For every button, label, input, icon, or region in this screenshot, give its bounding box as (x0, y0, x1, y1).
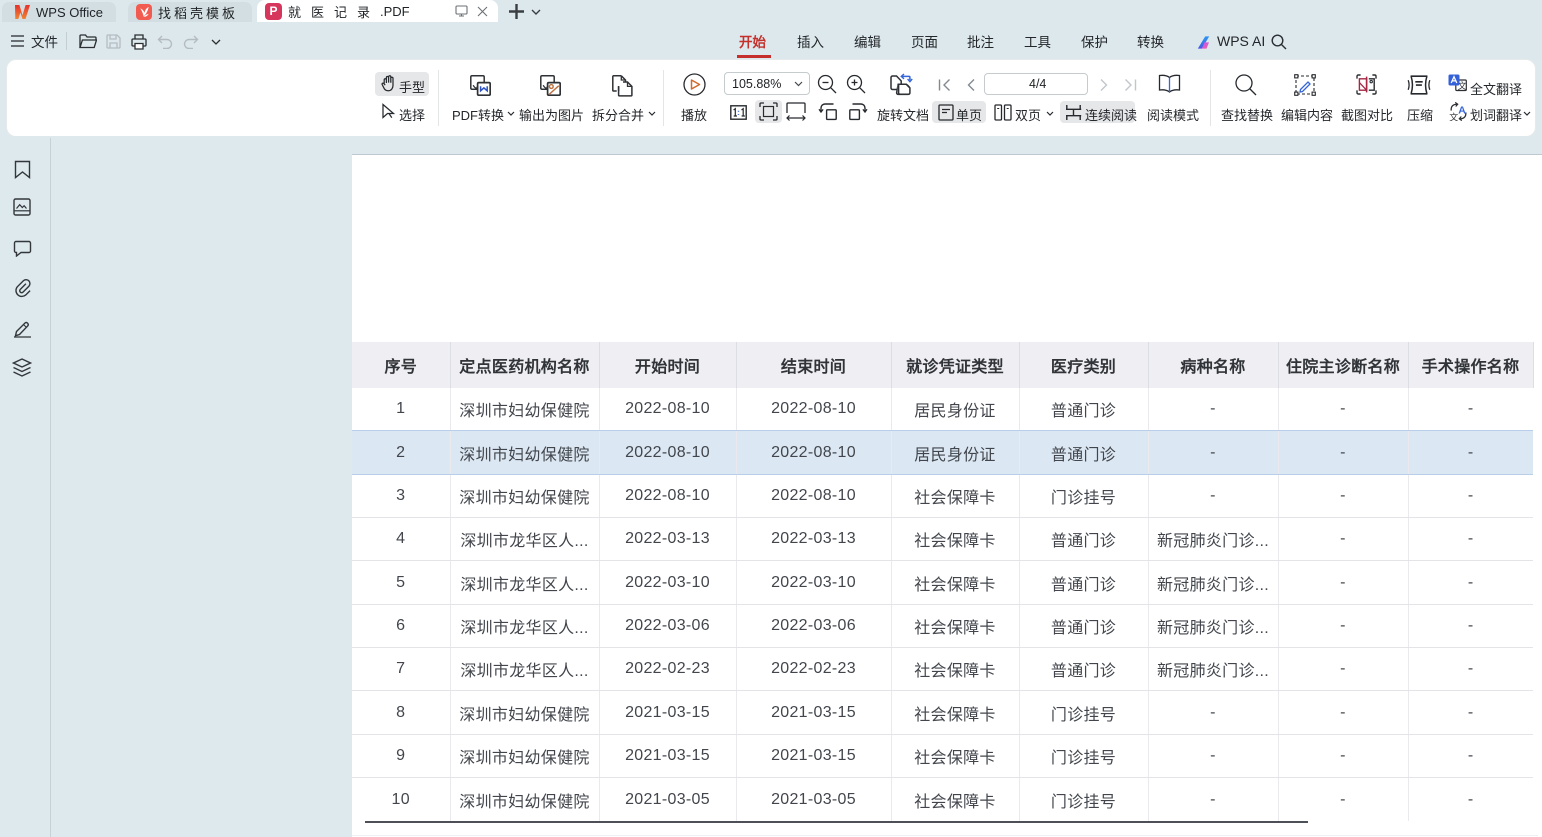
svg-text:A: A (1458, 104, 1466, 116)
svg-text:文: 文 (1449, 112, 1458, 121)
